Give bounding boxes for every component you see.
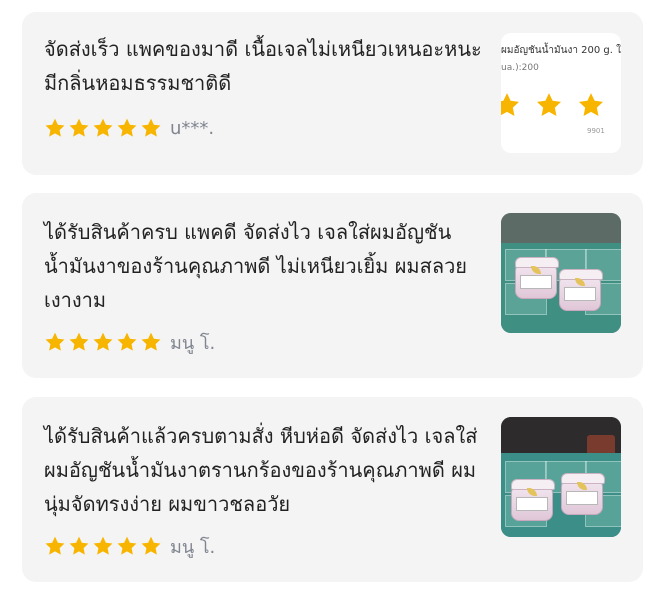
star-icon	[68, 117, 90, 139]
star-icon	[578, 93, 604, 116]
review-card: จัดส่งเร็ว แพคของมาดี เนื้อเจลไม่เหนียวเ…	[22, 12, 643, 175]
star-icon	[92, 535, 114, 557]
thumbnail-stars	[501, 91, 621, 119]
review-image[interactable]: ผมอัญชันน้ำมันงา 200 g. ใ ua.):200 9901	[501, 33, 621, 153]
star-icon	[501, 93, 520, 116]
star-icon	[620, 101, 621, 102]
star-icon	[92, 331, 114, 353]
product-jar	[559, 269, 603, 311]
thumbnail-footer: 9901	[587, 127, 605, 135]
review-text: จัดส่งเร็ว แพคของมาดี เนื้อเจลไม่เหนียวเ…	[44, 37, 482, 95]
star-icon	[140, 331, 162, 353]
reviewer-name: มนู โ.	[170, 536, 216, 558]
star-icon	[44, 535, 66, 557]
star-icon	[116, 535, 138, 557]
star-icon	[116, 331, 138, 353]
star-icon	[536, 93, 562, 116]
review-card: ได้รับสินค้าแล้วครบตามสั่ง หีบห่อดี จัดส…	[22, 397, 643, 582]
reviewer-name: u***.	[170, 117, 215, 139]
rating-stars	[44, 535, 162, 557]
thumbnail-title: ผมอัญชันน้ำมันงา 200 g. ใ	[501, 45, 621, 56]
star-icon	[116, 117, 138, 139]
review-meta: u***.	[44, 116, 214, 140]
star-icon	[68, 331, 90, 353]
product-jar	[515, 257, 559, 299]
review-text: ได้รับสินค้าครบ แพคดี จัดส่งไว เจลใส่ผมอ…	[44, 220, 468, 312]
star-icon	[44, 117, 66, 139]
thumbnail-subtitle: ua.):200	[501, 63, 539, 73]
star-icon	[140, 117, 162, 139]
rating-stars	[44, 331, 162, 353]
reviewer-name: มนู โ.	[170, 332, 216, 354]
star-icon	[68, 535, 90, 557]
review-meta: มนู โ.	[44, 534, 215, 558]
review-image[interactable]	[501, 417, 621, 537]
product-jar	[561, 473, 605, 515]
review-meta: มนู โ.	[44, 330, 215, 354]
review-text: ได้รับสินค้าแล้วครบตามสั่ง หีบห่อดี จัดส…	[44, 424, 478, 516]
product-jar	[511, 479, 555, 521]
star-icon	[92, 117, 114, 139]
rating-stars	[44, 117, 162, 139]
review-card: ได้รับสินค้าครบ แพคดี จัดส่งไว เจลใส่ผมอ…	[22, 193, 643, 378]
star-icon	[44, 331, 66, 353]
review-list: จัดส่งเร็ว แพคของมาดี เนื้อเจลไม่เหนียวเ…	[0, 0, 665, 600]
star-icon	[140, 535, 162, 557]
review-image[interactable]	[501, 213, 621, 333]
